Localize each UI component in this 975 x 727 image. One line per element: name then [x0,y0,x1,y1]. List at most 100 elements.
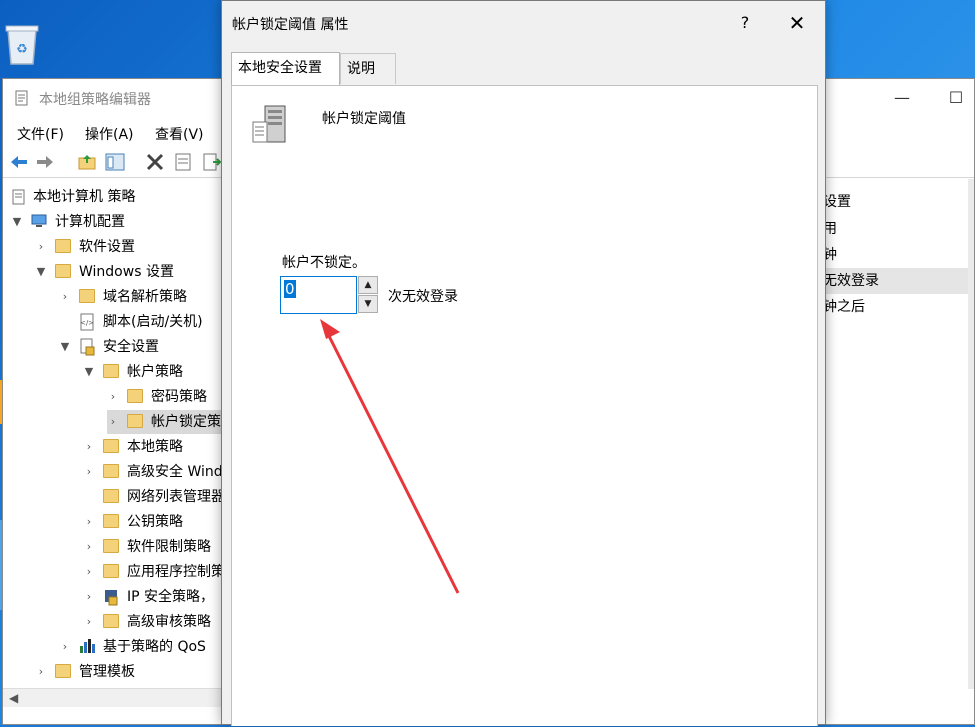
script-icon: </> [80,313,94,331]
spin-up-button[interactable]: ▲ [358,276,378,294]
menu-file[interactable]: 文件(F) [17,124,64,144]
tree-item-label: 公钥策略 [127,514,183,530]
security-icon [80,338,95,356]
lock-folder-icon [103,364,119,378]
chevron-right-icon[interactable]: › [35,660,47,684]
properties-icon[interactable] [173,152,193,172]
main-window-title: 本地组策略编辑器 [39,92,151,108]
tree-item-label: 密码策略 [151,389,207,405]
show-tree-icon[interactable] [105,152,125,172]
chevron-right-icon[interactable]: › [83,510,95,534]
svg-text:♻: ♻ [16,42,28,57]
tree-item-label: 帐户策略 [127,364,183,380]
folder-icon [103,564,119,578]
tab-local-security-setting[interactable]: 本地安全设置 [231,52,340,85]
lockout-threshold-value: 0 [284,280,296,298]
back-icon[interactable] [9,152,29,172]
server-policy-icon [252,105,286,143]
chevron-right-icon[interactable]: › [83,585,95,609]
properties-dialog: 帐户锁定阈值 属性 ? ✕ 本地安全设置 说明 帐户锁定阈值 帐户不锁定。 0 … [221,0,826,726]
tree-item-label: Windows 设置 [79,264,174,280]
export-list-icon[interactable] [201,152,221,172]
tree-item-label: 本地策略 [127,439,183,455]
folder-icon [55,264,71,278]
tree-item-label: 软件限制策略 [127,539,211,555]
policy-name: 帐户锁定阈值 [322,111,406,127]
help-button[interactable]: ? [730,9,760,37]
chevron-right-icon[interactable]: › [83,535,95,559]
chevron-down-icon[interactable]: ▼ [83,360,95,384]
chevron-right-icon[interactable]: › [107,385,119,409]
tree-item-label: IP 安全策略， [127,589,215,605]
tree-item-label: 管理模板 [79,664,135,680]
annotation-arrow [320,319,460,594]
spin-down-button[interactable]: ▼ [358,295,378,313]
details-vertical-scrollbar[interactable] [968,179,974,689]
tree-item-label: 网络列表管理器策略 [127,489,223,505]
tree-item-label: 高级安全 Windows [127,464,223,480]
details-row[interactable]: 钟之后 [823,294,865,320]
lockout-threshold-spinner: 0 ▲ ▼ [280,276,380,314]
svg-text:</>: </> [80,319,94,327]
lock-folder-icon [127,414,143,428]
folder-icon [103,514,119,528]
lockout-threshold-input[interactable]: 0 [280,276,357,314]
close-button[interactable]: ✕ [782,9,812,37]
chevron-right-icon[interactable]: › [83,460,95,484]
tree-item-account-lockout-policy[interactable]: › 帐户锁定策略 [107,410,223,434]
chevron-right-icon[interactable]: › [59,635,71,659]
chevron-down-icon[interactable]: ▼ [59,335,71,359]
chevron-right-icon[interactable]: › [35,235,47,259]
tree-item-label: 域名解析策略 [103,289,187,305]
lock-folder-icon [103,439,119,453]
folder-icon [103,464,119,478]
chevron-right-icon[interactable]: › [107,410,119,434]
policy-icon [12,189,25,205]
folder-icon [103,489,119,503]
tab-panel: 帐户锁定阈值 帐户不锁定。 0 ▲ ▼ 次无效登录 [231,85,818,726]
tree-item-label: 帐户锁定策略 [151,414,223,430]
chevron-right-icon[interactable]: › [83,560,95,584]
maximize-button[interactable]: ☐ [933,83,975,113]
console-tree: 本地计算机 策略 ▼ 计算机配置 › 软件设置 ▼ Windows 设置 › 域… [3,179,223,687]
folder-icon [55,664,71,678]
details-pane: 设置 用 钟 无效登录 钟之后 [823,179,973,699]
details-header[interactable]: 设置 [823,189,851,215]
qos-chart-icon [80,639,95,653]
minimize-button[interactable]: — [879,83,925,113]
forward-icon[interactable] [35,152,55,172]
delete-icon[interactable] [145,152,165,172]
scroll-left-icon[interactable]: ◀ [9,689,18,707]
details-row-selected[interactable]: 无效登录 [823,268,971,294]
chevron-right-icon[interactable]: › [59,285,71,309]
chevron-down-icon[interactable]: ▼ [35,260,47,284]
tree-item-label: 基于策略的 QoS [103,639,206,655]
tree-item-label: 应用程序控制策略 [127,564,223,580]
tree-item-label: 脚本(启动/关机) [103,314,203,330]
tree-item-label: 计算机配置 [55,214,125,230]
dialog-title: 帐户锁定阈值 属性 [232,17,349,33]
setting-description: 帐户不锁定。 [282,255,366,271]
tree-item-label: 本地计算机 策略 [33,189,136,205]
tree-horizontal-scrollbar[interactable]: ◀ [3,688,223,707]
tab-explain[interactable]: 说明 [340,53,396,84]
folder-icon [103,539,119,553]
tree-item-label: 高级审核策略 [127,614,211,630]
menu-view[interactable]: 查看(V) [155,124,204,144]
chevron-right-icon[interactable]: › [83,610,95,634]
chevron-down-icon[interactable]: ▼ [11,210,23,234]
tree-item-label: 软件设置 [79,239,135,255]
recycle-bin-icon[interactable]: ♻ [2,20,42,68]
folder-icon [79,289,95,303]
folder-icon [55,239,71,253]
computer-icon [31,214,47,227]
folder-icon [103,614,119,628]
lock-folder-icon [127,389,143,403]
tree-item-label: 安全设置 [103,339,159,355]
unit-label: 次无效登录 [388,289,458,305]
policy-editor-icon [15,90,28,106]
up-folder-icon[interactable] [77,152,97,172]
menu-action[interactable]: 操作(A) [85,124,134,144]
ip-security-icon [105,590,118,606]
chevron-right-icon[interactable]: › [83,435,95,459]
